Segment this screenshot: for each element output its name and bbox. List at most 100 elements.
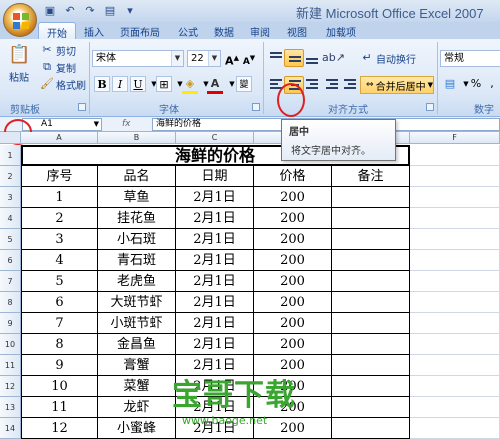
table-cell[interactable] [332,397,410,418]
tab-home[interactable]: 开始 [38,22,76,40]
table-cell[interactable]: 200 [254,229,332,250]
italic-button[interactable]: I [112,76,128,92]
orientation-icon[interactable]: ab↗ [322,49,345,67]
table-cell[interactable]: 2月1日 [176,355,254,376]
wrap-text-button[interactable]: ↵ 自动换行 [360,50,416,66]
column-header[interactable]: B [98,132,176,144]
table-cell[interactable] [332,208,410,229]
save-icon[interactable]: ▣ [42,3,58,18]
empty-cell[interactable] [410,208,500,229]
table-cell[interactable]: 2月1日 [176,208,254,229]
table-cell[interactable] [332,250,410,271]
clipboard-launcher[interactable] [78,103,86,111]
table-cell[interactable] [332,376,410,397]
empty-cell[interactable] [410,271,500,292]
empty-cell[interactable] [410,418,500,439]
empty-cell[interactable] [410,187,500,208]
currency-icon[interactable]: ▤ [442,76,458,92]
tab-insert[interactable]: 插入 [84,24,104,39]
select-all-corner[interactable] [0,132,21,144]
phonetic-button[interactable]: 變 [236,76,252,92]
table-cell[interactable]: 小蜜蜂 [98,418,176,439]
fx-icon[interactable]: fx [122,118,150,131]
table-cell[interactable]: 2月1日 [176,334,254,355]
office-button[interactable] [3,3,37,37]
table-cell[interactable]: 200 [254,292,332,313]
table-cell[interactable]: 200 [254,208,332,229]
tab-addins[interactable]: 加载项 [326,24,356,39]
table-cell[interactable]: 8 [21,334,98,355]
table-cell[interactable]: 10 [21,376,98,397]
row-header[interactable]: 3 [0,187,21,208]
tab-page-layout[interactable]: 页面布局 [120,24,160,39]
paste-button[interactable]: 📋 粘贴 [6,43,32,87]
table-cell[interactable]: 12 [21,418,98,439]
table-cell[interactable]: 2月1日 [176,376,254,397]
table-cell[interactable]: 3 [21,229,98,250]
table-header-cell[interactable]: 价格 [254,166,332,187]
customize-qat-icon[interactable]: ▾ [122,3,138,18]
cut-button[interactable]: ✂ 剪切 [40,42,76,58]
table-cell[interactable]: 2月1日 [176,418,254,439]
table-cell[interactable]: 200 [254,271,332,292]
row-header[interactable]: 11 [0,355,21,376]
table-cell[interactable]: 2月1日 [176,313,254,334]
column-header[interactable]: F [410,132,500,144]
table-cell[interactable]: 200 [254,397,332,418]
table-cell[interactable]: 2月1日 [176,250,254,271]
empty-cell[interactable] [410,376,500,397]
alignment-launcher[interactable] [426,103,434,111]
table-cell[interactable]: 200 [254,355,332,376]
row-header[interactable]: 8 [0,292,21,313]
table-cell[interactable]: 龙虾 [98,397,176,418]
table-cell[interactable]: 11 [21,397,98,418]
table-cell[interactable]: 老虎鱼 [98,271,176,292]
table-cell[interactable]: 青石斑 [98,250,176,271]
table-cell[interactable]: 2月1日 [176,397,254,418]
column-header[interactable]: A [21,132,98,144]
row-header[interactable]: 13 [0,397,21,418]
empty-cell[interactable] [410,250,500,271]
table-header-cell[interactable]: 备注 [332,166,410,187]
table-cell[interactable]: 7 [21,313,98,334]
merge-center-button[interactable]: ⇔ 合并后居中 ▼ [360,76,434,94]
table-cell[interactable] [332,271,410,292]
table-cell[interactable]: 2月1日 [176,187,254,208]
borders-button[interactable]: ⊞ [156,76,172,92]
table-cell[interactable] [332,229,410,250]
table-cell[interactable]: 200 [254,313,332,334]
tab-view[interactable]: 视图 [287,24,307,39]
table-header-cell[interactable]: 日期 [176,166,254,187]
comma-button[interactable]: , [484,76,500,92]
table-cell[interactable]: 小斑节虾 [98,313,176,334]
table-cell[interactable]: 4 [21,250,98,271]
bottom-align-icon[interactable] [302,49,322,67]
format-painter-button[interactable]: 🖌 格式刷 [40,76,86,92]
table-cell[interactable]: 膏蟹 [98,355,176,376]
decrease-indent-icon[interactable] [322,76,342,94]
font-name-combo[interactable]: 宋体 ▼ [92,50,184,67]
tab-review[interactable]: 审阅 [250,24,270,39]
row-header[interactable]: 12 [0,376,21,397]
increase-indent-icon[interactable] [340,76,360,94]
bold-button[interactable]: B [94,76,110,92]
underline-button[interactable]: U [130,76,146,92]
table-cell[interactable]: 200 [254,376,332,397]
redo-icon[interactable]: ↷ [82,3,98,18]
font-color-button[interactable]: A [207,76,223,92]
top-align-icon[interactable] [266,49,286,67]
table-cell[interactable]: 1 [21,187,98,208]
empty-cell[interactable] [410,313,500,334]
table-cell[interactable]: 草鱼 [98,187,176,208]
table-cell[interactable]: 5 [21,271,98,292]
table-cell[interactable]: 2月1日 [176,271,254,292]
row-header[interactable]: 9 [0,313,21,334]
table-cell[interactable]: 200 [254,187,332,208]
row-header[interactable]: 6 [0,250,21,271]
fill-color-button[interactable]: ◈ [182,76,198,92]
row-header[interactable]: 14 [0,418,21,439]
table-cell[interactable]: 大斑节虾 [98,292,176,313]
copy-button[interactable]: ⧉ 复制 [40,59,76,75]
tab-formulas[interactable]: 公式 [178,24,198,39]
table-cell[interactable] [332,313,410,334]
